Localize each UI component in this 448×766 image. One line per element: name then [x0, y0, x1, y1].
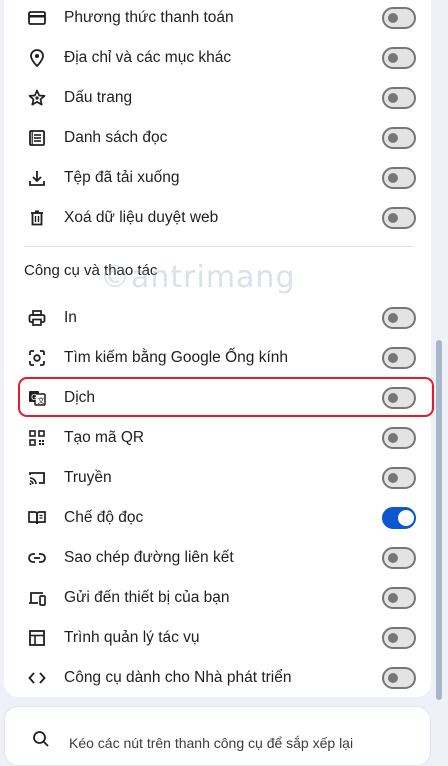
- toggle-switch[interactable]: [382, 207, 416, 229]
- menu-item-developer-tools[interactable]: Công cụ dành cho Nhà phát triển: [4, 658, 431, 698]
- scrollbar[interactable]: [436, 340, 442, 700]
- reading-list-icon: [26, 127, 48, 149]
- toggle-switch[interactable]: [382, 427, 416, 449]
- menu-item-downloads[interactable]: Tệp đã tải xuống: [4, 158, 431, 198]
- cast-icon: [26, 467, 48, 489]
- menu-item-clear-browsing-data[interactable]: Xoá dữ liệu duyệt web: [4, 198, 431, 238]
- toggle-switch[interactable]: [382, 587, 416, 609]
- menu-item-google-lens[interactable]: Tìm kiếm bằng Google Ống kính: [4, 338, 431, 378]
- menu-item-reading-list[interactable]: Danh sách đọc: [4, 118, 431, 158]
- menu-item-label: Trình quản lý tác vụ: [64, 629, 200, 646]
- toggle-switch[interactable]: [382, 7, 416, 29]
- toggle-switch[interactable]: [382, 347, 416, 369]
- code-brackets-icon: [26, 667, 48, 689]
- toggle-switch[interactable]: [382, 547, 416, 569]
- menu-item-label: Địa chỉ và các mục khác: [64, 49, 232, 66]
- download-icon: [26, 167, 48, 189]
- menu-item-send-to-devices[interactable]: Gửi đến thiết bị của bạn: [4, 578, 431, 618]
- menu-item-label: Sao chép đường liên kết: [64, 549, 234, 566]
- menu-item-label: Tạo mã QR: [64, 429, 145, 446]
- hint-text: Kéo các nút trên thanh công cụ để sắp xế…: [69, 735, 354, 751]
- customize-toolbar-panel: Phương thức thanh toán Địa chỉ và các mụ…: [4, 0, 434, 698]
- task-manager-icon: [26, 627, 48, 649]
- trash-icon: [26, 207, 48, 229]
- menu-item-label: Dấu trang: [64, 89, 133, 106]
- reading-mode-icon: [26, 507, 48, 529]
- star-bookmark-icon: [26, 87, 48, 109]
- credit-card-icon: [26, 7, 48, 29]
- menu-item-label: Tệp đã tải xuống: [64, 169, 180, 186]
- toggle-switch[interactable]: [382, 47, 416, 69]
- menu-item-create-qr-code[interactable]: Tạo mã QR: [4, 418, 431, 458]
- toggle-switch[interactable]: [382, 627, 416, 649]
- menu-item-label: Gửi đến thiết bị của bạn: [64, 589, 230, 606]
- menu-item-label: Danh sách đọc: [64, 129, 168, 146]
- menu-item-copy-link[interactable]: Sao chép đường liên kết: [4, 538, 431, 578]
- hint-card: Kéo các nút trên thanh công cụ để sắp xế…: [4, 706, 431, 766]
- menu-item-label: Xoá dữ liệu duyệt web: [64, 209, 219, 226]
- menu-item-reading-mode[interactable]: Chế độ đọc: [4, 498, 431, 538]
- watermark: ©antrimang: [100, 260, 296, 295]
- menu-item-bookmarks[interactable]: Dấu trang: [4, 78, 431, 118]
- toggle-switch[interactable]: [382, 127, 416, 149]
- google-lens-icon: [26, 347, 48, 369]
- toggle-switch[interactable]: [382, 167, 416, 189]
- toggle-switch[interactable]: [382, 467, 416, 489]
- qr-code-icon: [26, 427, 48, 449]
- search-icon: [31, 729, 51, 749]
- highlight-box: [18, 377, 434, 417]
- menu-item-task-manager[interactable]: Trình quản lý tác vụ: [4, 618, 431, 658]
- menu-item-cast[interactable]: Truyền: [4, 458, 431, 498]
- devices-icon: [26, 587, 48, 609]
- location-pin-icon: [26, 47, 48, 69]
- menu-item-label: In: [64, 309, 77, 326]
- section-divider: [24, 246, 414, 247]
- menu-item-print[interactable]: In: [4, 298, 431, 338]
- toggle-switch[interactable]: [382, 667, 416, 689]
- menu-item-payment-methods[interactable]: Phương thức thanh toán: [4, 0, 431, 38]
- menu-item-label: Tìm kiếm bằng Google Ống kính: [64, 349, 289, 366]
- toggle-switch[interactable]: [382, 307, 416, 329]
- toggle-switch[interactable]: [382, 507, 416, 529]
- menu-item-addresses[interactable]: Địa chỉ và các mục khác: [4, 38, 431, 78]
- printer-icon: [26, 307, 48, 329]
- menu-item-label: Truyền: [64, 469, 112, 486]
- menu-item-label: Phương thức thanh toán: [64, 9, 234, 26]
- menu-item-label: Chế độ đọc: [64, 509, 144, 526]
- menu-item-label: Công cụ dành cho Nhà phát triển: [64, 669, 292, 686]
- toggle-switch[interactable]: [382, 87, 416, 109]
- link-icon: [26, 547, 48, 569]
